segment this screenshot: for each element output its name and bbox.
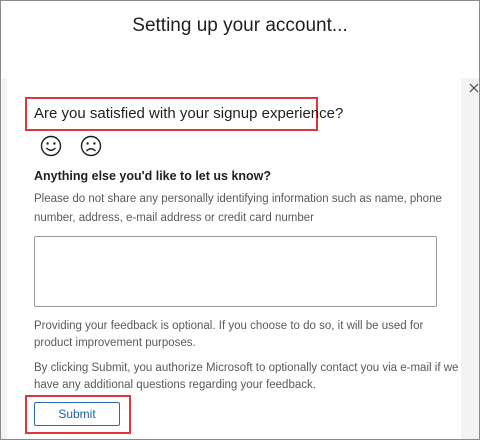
submit-button[interactable]: Submit [34, 402, 120, 426]
frowning-face-icon[interactable] [79, 134, 105, 160]
setup-dialog: Setting up your account... Are you satis… [0, 0, 480, 440]
optional-note: Providing your feedback is optional. If … [34, 320, 424, 349]
consent-note: By clicking Submit, you authorize Micros… [34, 362, 459, 391]
dialog-header: Setting up your account... [1, 1, 479, 78]
feedback-heading: Anything else you'd like to let us know? [34, 169, 272, 183]
smiley-face-icon[interactable] [39, 134, 65, 160]
close-icon[interactable] [469, 81, 479, 95]
page-title: Setting up your account... [132, 15, 348, 36]
survey-question: Are you satisfied with your signup exper… [34, 105, 344, 122]
privacy-hint: Please do not share any personally ident… [34, 193, 442, 224]
feedback-textarea[interactable] [34, 236, 437, 307]
